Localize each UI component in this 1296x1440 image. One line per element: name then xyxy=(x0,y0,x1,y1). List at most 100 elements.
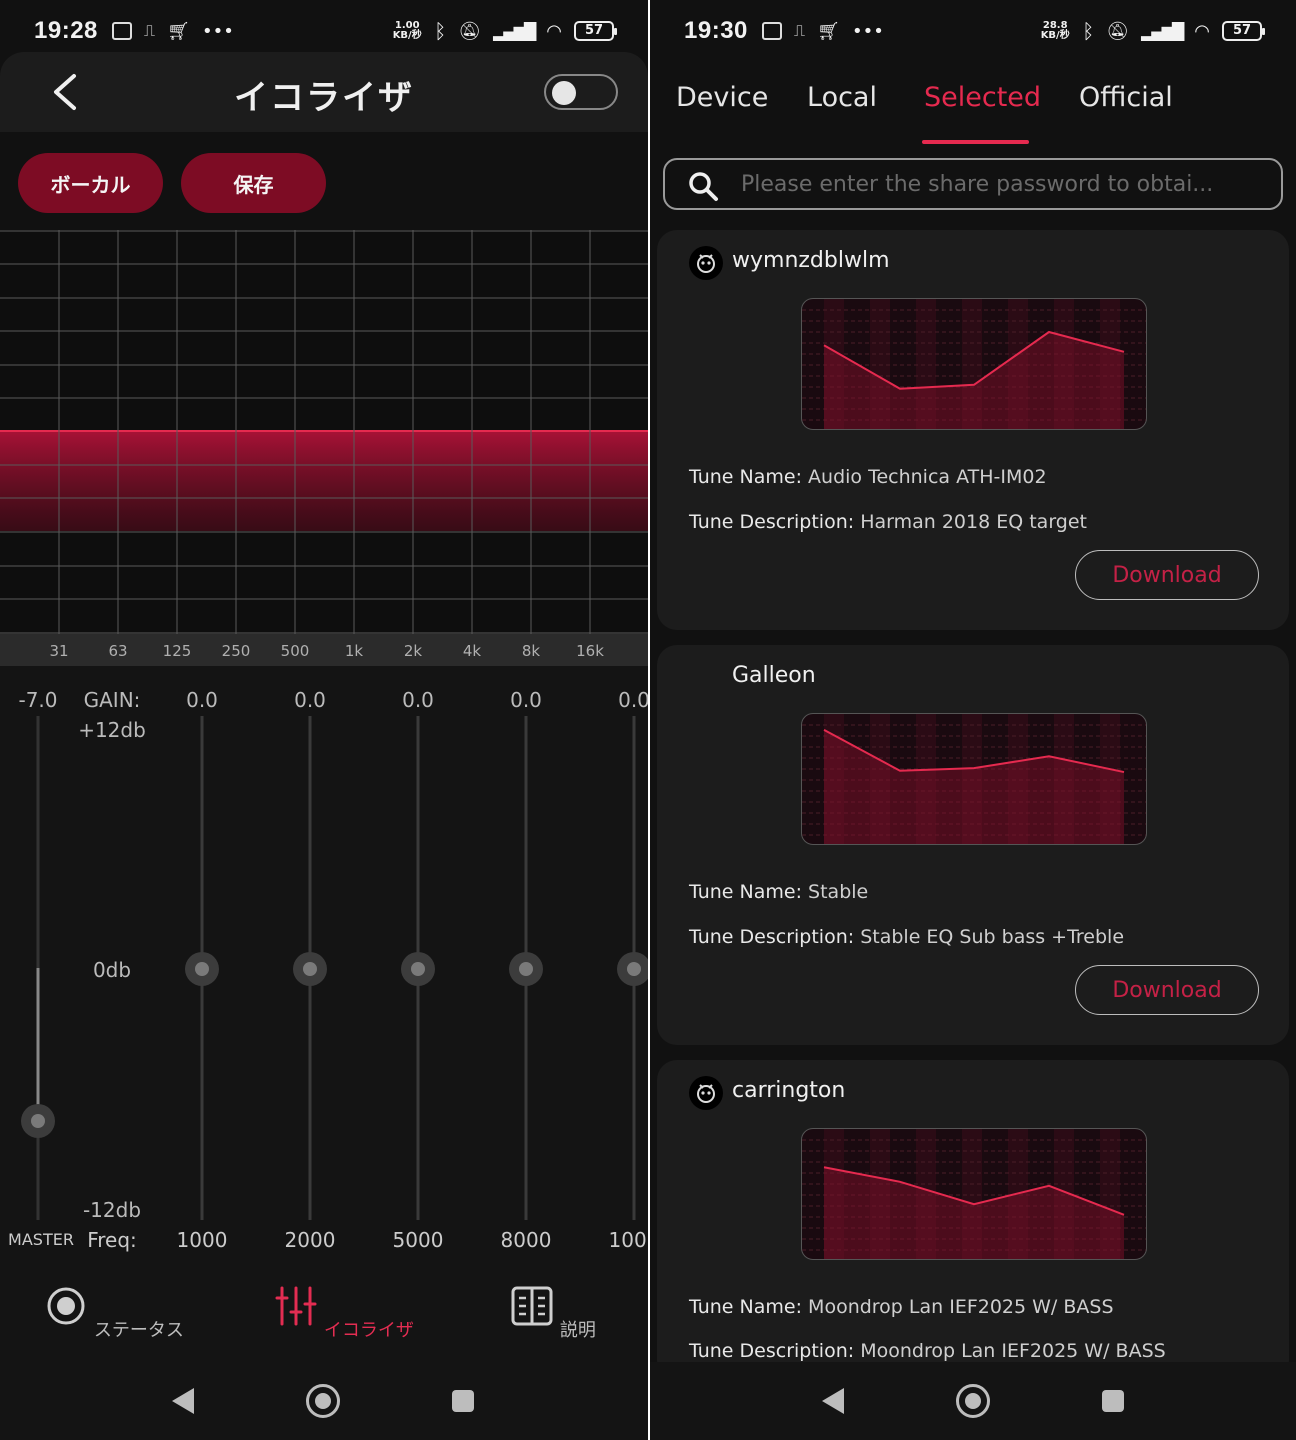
tune-desc-label: Tune Description: xyxy=(689,926,855,948)
net-speed: 28.8 KB/秒 xyxy=(1040,20,1070,41)
freq-tick: 1k xyxy=(344,642,364,660)
search-box xyxy=(663,158,1283,210)
tune-name-label: Tune Name: xyxy=(689,1296,802,1318)
band-slider-handle[interactable] xyxy=(293,952,327,986)
gain-max-label: +12db xyxy=(78,718,146,742)
status-time: 19:28 xyxy=(34,17,98,44)
eq-graph-grid xyxy=(0,230,648,634)
system-back-icon[interactable] xyxy=(822,1388,844,1414)
wifi-icon: ◠ xyxy=(546,20,562,42)
band-slider-handle[interactable] xyxy=(401,952,435,986)
master-value: -7.0 xyxy=(18,688,58,712)
tune-description: Harman 2018 EQ target xyxy=(860,511,1088,533)
master-label: MASTER xyxy=(8,1230,74,1249)
tab-indicator xyxy=(922,140,1029,144)
more-icon: ••• xyxy=(201,20,234,42)
mute-icon: 🔕︎ xyxy=(1106,20,1130,42)
cart-icon: 🛒︎ xyxy=(167,20,190,42)
tune-description: Stable EQ Sub bass +Treble xyxy=(860,926,1125,948)
tune-name: Moondrop Lan IEF2025 W/ BASS xyxy=(808,1296,1114,1318)
tab-bar: Device Local Selected Official xyxy=(650,82,1296,148)
tab-selected[interactable]: Selected xyxy=(924,82,1041,113)
mute-icon: 🔕︎ xyxy=(458,20,482,42)
freq-tick: 31 xyxy=(49,642,69,660)
freq-tick: 4k xyxy=(462,642,482,660)
freq-tick: 500 xyxy=(280,642,310,660)
status-icon xyxy=(47,1287,85,1325)
calendar-icon xyxy=(111,22,132,40)
signal-icon: ▂▄▆█ xyxy=(1141,21,1184,41)
net-speed: 1.00 KB/秒 xyxy=(392,20,422,41)
cart-icon: 🛒︎ xyxy=(817,20,840,42)
system-home-icon[interactable] xyxy=(956,1384,990,1418)
gain-title: GAIN: xyxy=(83,688,141,712)
nav-status[interactable]: ステータス xyxy=(34,1284,194,1342)
band-value: 0.0 xyxy=(294,688,326,712)
username: carrington xyxy=(732,1078,846,1103)
status-time: 19:30 xyxy=(684,17,748,44)
band-freq: 5000 xyxy=(392,1228,444,1252)
freq-tick: 250 xyxy=(221,642,251,660)
tune-card: wymnzdblwlm Tune Name: Audio Technica AT… xyxy=(657,230,1289,630)
tune-curve-preview xyxy=(801,298,1147,430)
band-slider-handle[interactable] xyxy=(617,952,648,986)
tune-name-label: Tune Name: xyxy=(689,466,802,488)
bluetooth-icon: ᛒ xyxy=(434,19,447,43)
tune-name: Audio Technica ATH-IM02 xyxy=(808,466,1047,488)
tab-device[interactable]: Device xyxy=(676,82,768,113)
equalizer-icon xyxy=(275,1286,317,1326)
equalizer-screen: 19:28 ⎍ 🛒︎ ••• 1.00 KB/秒 ᛒ 🔕︎ ▂▄▆█ ◠ 57 … xyxy=(0,0,648,1440)
band-value: 0.0 xyxy=(618,688,648,712)
tab-official[interactable]: Official xyxy=(1079,82,1173,113)
signal-icon: ▂▄▆█ xyxy=(493,21,536,41)
band-value: 0.0 xyxy=(402,688,434,712)
band-slider-handle[interactable] xyxy=(185,952,219,986)
shared-tunes-screen: 19:30 ⎍ 🛒︎ ••• 28.8 KB/秒 ᛒ 🔕︎ ▂▄▆█ ◠ 57 … xyxy=(650,0,1296,1440)
share-password-input[interactable] xyxy=(741,169,1261,199)
tune-name: Stable xyxy=(808,881,869,903)
wifi-icon: ◠ xyxy=(1194,20,1210,42)
system-recents-icon[interactable] xyxy=(452,1390,474,1412)
band-slider-handle[interactable] xyxy=(509,952,543,986)
master-slider-fill xyxy=(36,968,40,1115)
tune-desc-label: Tune Description: xyxy=(689,1340,855,1362)
freq-tick: 125 xyxy=(162,642,192,660)
band-freq: 2000 xyxy=(284,1228,336,1252)
nav-equalizer[interactable]: イコライザ xyxy=(264,1284,424,1342)
gain-min-label: -12db xyxy=(82,1198,142,1222)
save-button[interactable]: 保存 xyxy=(181,153,326,213)
system-navigation xyxy=(650,1362,1296,1440)
username: wymnzdblwlm xyxy=(732,248,890,273)
notification-icon: ⎍ xyxy=(143,21,156,40)
tune-desc-label: Tune Description: xyxy=(689,511,855,533)
band-freq: 1000 xyxy=(608,1228,648,1252)
nav-equalizer-label: イコライザ xyxy=(323,1320,414,1341)
download-button[interactable]: Download xyxy=(1075,550,1259,600)
system-back-icon[interactable] xyxy=(172,1388,194,1414)
tune-description: Moondrop Lan IEF2025 W/ BASS xyxy=(860,1340,1166,1362)
system-home-icon[interactable] xyxy=(306,1384,340,1418)
app-header: イコライザ xyxy=(0,52,648,132)
master-slider-handle[interactable] xyxy=(21,1104,55,1138)
tune-curve-preview xyxy=(801,1128,1147,1260)
preset-vocal-button[interactable]: ボーカル xyxy=(18,153,163,213)
gain-zero-label: 0db xyxy=(92,958,132,982)
tune-curve-chart xyxy=(802,714,1146,844)
band-freq: 8000 xyxy=(500,1228,552,1252)
band-freq: 1000 xyxy=(176,1228,228,1252)
system-recents-icon[interactable] xyxy=(1102,1390,1124,1412)
username: Galleon xyxy=(732,663,816,688)
book-icon xyxy=(511,1286,553,1326)
freq-tick: 2k xyxy=(403,642,423,660)
band-value: 0.0 xyxy=(510,688,542,712)
freq-axis: 31 63 125 250 500 1k 2k 4k 8k 16k xyxy=(0,634,648,666)
nav-help[interactable]: 説明 xyxy=(473,1284,633,1342)
avatar xyxy=(689,246,723,280)
band-value: 0.0 xyxy=(186,688,218,712)
nav-status-label: ステータス xyxy=(93,1320,184,1341)
tab-local[interactable]: Local xyxy=(807,82,877,113)
eq-enable-toggle[interactable] xyxy=(544,74,618,110)
download-button[interactable]: Download xyxy=(1075,965,1259,1015)
nav-help-label: 説明 xyxy=(559,1320,596,1341)
freq-tick: 8k xyxy=(521,642,541,660)
